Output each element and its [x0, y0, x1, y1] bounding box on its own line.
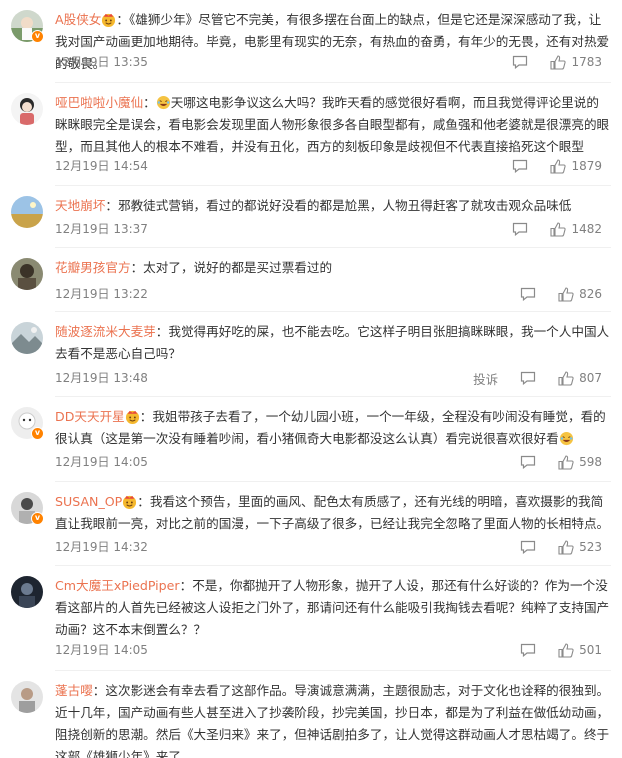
comment-item: 随波逐流米大麦芽：我觉得再好吃的屎，也不能去吃。它这样子明目张胆搞眯眯眼，我一个…: [0, 312, 622, 397]
avatar[interactable]: [11, 576, 43, 608]
comment-content: 随波逐流米大麦芽：我觉得再好吃的屎，也不能去吃。它这样子明目张胆搞眯眯眼，我一个…: [55, 321, 610, 365]
comment-text: ：这次影迷会有幸去看了这部作品。导演诚意满满，主题很励志，对于文化也诠释的很独到…: [55, 683, 610, 758]
thumbs-up-icon: [558, 539, 574, 555]
reply-button[interactable]: [520, 287, 536, 301]
comment-content: 天地崩坏：邪教徒式营销，看过的都说好没看的都是尬黑，人物丑得赶客了就攻击观众品味…: [55, 195, 610, 217]
laughing-emoji-icon: [559, 431, 573, 446]
thumbs-up-icon: [558, 454, 574, 470]
comment-username[interactable]: SUSAN_OP: [55, 494, 122, 509]
comment-time: 12月19日 14:32: [55, 540, 148, 554]
comment-icon: [520, 455, 536, 469]
like-button[interactable]: 523: [558, 539, 602, 555]
like-button[interactable]: 1783: [550, 54, 602, 70]
comment-item: v A股侠女 ：《雄狮少年》尽管它不完美，有很多摆在台面上的缺点，但是它还是深深感…: [0, 0, 622, 83]
comment-list: v A股侠女 ：《雄狮少年》尽管它不完美，有很多摆在台面上的缺点，但是它还是深深感…: [0, 0, 622, 758]
comment-icon: [520, 371, 536, 385]
comment-time: 12月19日 14:05: [55, 455, 148, 469]
crown-emoji-icon: [102, 13, 116, 27]
reply-button[interactable]: [520, 643, 536, 657]
report-button[interactable]: 投诉: [473, 369, 498, 388]
comment-icon: [513, 55, 528, 69]
comment-text: ：太对了，说好的都是买过票看过的: [130, 260, 333, 275]
verified-badge-icon: v: [31, 427, 44, 440]
reply-button[interactable]: [520, 455, 536, 469]
comment-time: 12月19日 13:48: [55, 371, 148, 385]
comment-content: 哑巴啦啦小魔仙： 天哪这电影争议这么大吗？我昨天看的感觉很好看啊，而且我觉得评论里…: [55, 95, 610, 154]
thumbs-up-icon: [558, 370, 574, 386]
like-count: 807: [579, 371, 602, 385]
like-button[interactable]: 807: [558, 370, 602, 386]
thumbs-up-icon: [558, 286, 574, 302]
comment-icon: [520, 643, 536, 657]
comment-time: 12月19日 13:22: [55, 287, 148, 301]
avatar[interactable]: [11, 322, 43, 354]
like-count: 826: [579, 287, 602, 301]
comment-username[interactable]: 蓬古嘤: [55, 683, 93, 698]
comment-username[interactable]: 花瓣男孩官方: [55, 260, 131, 275]
comment-icon: [520, 540, 536, 554]
comment-time: 12月19日 14:54: [55, 159, 148, 173]
reply-button[interactable]: [512, 159, 528, 173]
comment-content: 花瓣男孩官方：太对了，说好的都是买过票看过的: [55, 257, 610, 279]
comment-content: 蓬古嘤：这次影迷会有幸去看了这部作品。导演诚意满满，主题很励志，对于文化也诠释的…: [55, 680, 610, 758]
comment-text: ：邪教徒式营销，看过的都说好没看的都是尬黑，人物丑得赶客了就攻击观众品味低: [105, 198, 572, 213]
reply-button[interactable]: [512, 55, 528, 69]
like-count: 501: [579, 643, 602, 657]
comment-username[interactable]: DD天天开星: [55, 409, 125, 424]
avatar[interactable]: [11, 93, 43, 125]
verified-badge-icon: v: [31, 512, 44, 525]
thumbs-up-icon: [558, 642, 574, 658]
like-button[interactable]: 826: [558, 286, 602, 302]
crown-emoji-icon: [125, 410, 139, 424]
comment-username[interactable]: A股侠女: [55, 12, 101, 27]
comment-item: v DD天天开星 ：我姐带孩子去看了，一个幼儿园小班，一个一年级，全程没有吵闹没有…: [0, 397, 622, 482]
comment-item: 哑巴啦啦小魔仙： 天哪这电影争议这么大吗？我昨天看的感觉很好看啊，而且我觉得评论里…: [0, 83, 622, 186]
like-count: 523: [579, 540, 602, 554]
reply-button[interactable]: [520, 371, 536, 385]
comment-text: ：我看这个预告，里面的画风、配色太有质感了，还有光线的明暗，喜欢摄影的我简直让我…: [55, 494, 610, 531]
like-button[interactable]: 1482: [550, 221, 602, 237]
comment-item: v SUSAN_OP ：我看这个预告，里面的画风、配色太有质感了，还有光线的明暗，…: [0, 482, 622, 566]
reply-button[interactable]: [512, 222, 528, 236]
comment-item: 蓬古嘤：这次影迷会有幸去看了这部作品。导演诚意满满，主题很励志，对于文化也诠释的…: [0, 671, 622, 758]
crown-emoji-icon: [123, 495, 137, 509]
comment-content: SUSAN_OP ：我看这个预告，里面的画风、配色太有质感了，还有光线的明暗，喜欢…: [55, 491, 610, 535]
like-button[interactable]: 501: [558, 642, 602, 658]
reply-button[interactable]: [520, 540, 536, 554]
avatar[interactable]: [11, 681, 43, 713]
comment-content: Cm大魔王xPiedPiper：不是，你都抛开了人物形象，抛开了人设，那还有什么…: [55, 575, 610, 641]
thumbs-up-icon: [550, 158, 567, 174]
comment-time: 12月19日 13:35: [55, 55, 148, 69]
comment-icon: [520, 287, 536, 301]
like-count: 1879: [571, 159, 602, 173]
thumbs-up-icon: [550, 221, 567, 237]
like-count: 598: [579, 455, 602, 469]
comment-time: 12月19日 14:05: [55, 643, 148, 657]
laughing-emoji-icon: [156, 95, 170, 110]
like-count: 1783: [571, 55, 602, 69]
verified-badge-icon: v: [31, 30, 44, 43]
avatar[interactable]: [11, 196, 43, 228]
comment-item: 花瓣男孩官方：太对了，说好的都是买过票看过的 12月19日 13:22 826: [0, 248, 622, 312]
comment-username[interactable]: 哑巴啦啦小魔仙: [55, 95, 143, 110]
like-button[interactable]: 598: [558, 454, 602, 470]
like-button[interactable]: 1879: [550, 158, 602, 174]
like-count: 1482: [571, 222, 602, 236]
comment-item: Cm大魔王xPiedPiper：不是，你都抛开了人物形象，抛开了人设，那还有什么…: [0, 566, 622, 671]
avatar[interactable]: [11, 258, 43, 290]
comment-item: 天地崩坏：邪教徒式营销，看过的都说好没看的都是尬黑，人物丑得赶客了就攻击观众品味…: [0, 186, 622, 248]
comment-icon: [513, 159, 528, 173]
comment-username[interactable]: 天地崩坏: [55, 198, 105, 213]
comment-time: 12月19日 13:37: [55, 222, 148, 236]
comment-username[interactable]: 随波逐流米大麦芽: [55, 324, 156, 339]
thumbs-up-icon: [550, 54, 567, 70]
comment-content: DD天天开星 ：我姐带孩子去看了，一个幼儿园小班，一个一年级，全程没有吵闹没有睡觉…: [55, 406, 610, 450]
comment-username[interactable]: Cm大魔王xPiedPiper: [55, 578, 180, 593]
comment-icon: [513, 222, 528, 236]
